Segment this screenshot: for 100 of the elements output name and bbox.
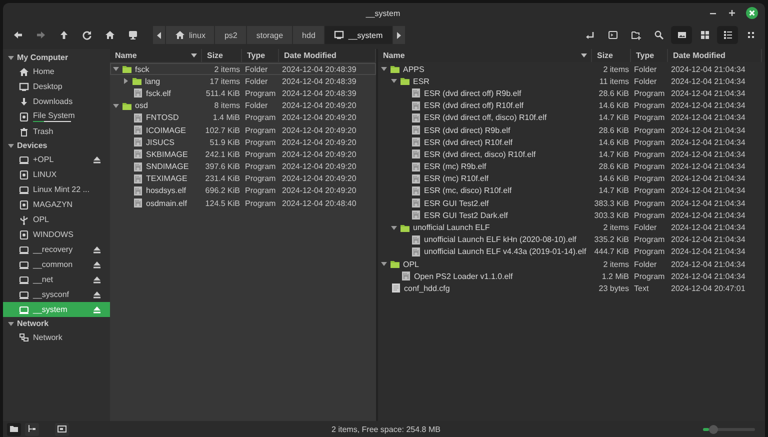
folder-icon xyxy=(9,424,19,434)
scroll-left-button[interactable] xyxy=(153,26,165,44)
column-header[interactable]: Type xyxy=(242,49,279,62)
drive-icon xyxy=(19,184,29,194)
column-header[interactable]: Type xyxy=(631,49,668,62)
file-row[interactable]: ESR GUI Test2.elf 383.3 KiB Program 2024-12-04 21:04:34 xyxy=(378,197,765,210)
sidebar-item[interactable]: __recovery xyxy=(3,242,110,257)
file-name: Open PS2 Loader v1.1.0.elf xyxy=(414,272,513,281)
sidebar-item[interactable]: MAGAZYN xyxy=(3,197,110,212)
file-size: 397.6 KiB xyxy=(204,162,241,172)
list-view-button[interactable] xyxy=(717,26,738,44)
file-row[interactable]: Open PS2 Loader v1.1.0.elf 1.2 MiB Program 2024-12-04 21:04:34 xyxy=(378,270,765,282)
file-row[interactable]: ESR (dvd direct) R10f.elf 14.6 KiB Program 2024-12-04 21:04:34 xyxy=(378,136,765,148)
sidebar-item[interactable]: File System xyxy=(3,109,110,124)
split-button[interactable] xyxy=(55,422,69,436)
file-row[interactable]: fsck.elf 511.4 KiB Program 2024-12-04 20:48:39 xyxy=(110,87,376,100)
sidebar-item[interactable]: WINDOWS xyxy=(3,227,110,242)
sidebar-item[interactable]: __common xyxy=(3,257,110,272)
breadcrumb-button[interactable]: hdd xyxy=(293,26,324,44)
sidebar-item[interactable]: Home xyxy=(3,64,110,79)
tree-button[interactable] xyxy=(25,422,39,436)
grid-icon xyxy=(700,30,710,40)
file-row[interactable]: ICOIMAGE 102.7 KiB Program 2024-12-04 20:49:20 xyxy=(110,124,376,136)
file-row[interactable]: lang 17 items Folder 2024-12-04 20:48:39 xyxy=(110,75,376,88)
column-header[interactable]: Name xyxy=(110,49,202,62)
file-row[interactable]: ESR 11 items Folder 2024-12-04 21:04:34 xyxy=(378,75,765,88)
forward-arrow-icon xyxy=(36,30,46,40)
breadcrumb-button[interactable]: storage xyxy=(247,26,292,44)
file-row[interactable]: ESR (mc, disco) R10f.elf 14.7 KiB Program 2024-12-04 21:04:34 xyxy=(378,184,765,198)
sidebar-item[interactable]: Linux Mint 22 ... xyxy=(3,182,110,197)
breadcrumb-button[interactable]: __system xyxy=(325,26,392,44)
file-size: 23 bytes xyxy=(598,284,630,293)
zoom-slider-thumb[interactable] xyxy=(709,424,718,434)
file-row[interactable]: ESR (dvd direct off, disco) R10f.elf 14.7 KiB Program 2024-12-04 21:04:34 xyxy=(378,112,765,124)
sidebar-item[interactable]: +OPL xyxy=(3,152,110,167)
sidebar-item[interactable]: LINUX xyxy=(3,167,110,182)
file-name: ESR GUI Test2.elf xyxy=(424,198,489,208)
drive-icon xyxy=(19,154,29,164)
file-row[interactable]: JISUCS 51.9 KiB Program 2024-12-04 20:49:20 xyxy=(110,136,376,148)
file-name: TEXIMAGE xyxy=(146,174,188,184)
column-header[interactable]: Date Modified xyxy=(668,49,762,62)
eject-button[interactable] xyxy=(92,274,102,284)
column-header[interactable]: Name xyxy=(378,49,592,62)
folder-icon xyxy=(390,64,400,74)
places-button[interactable] xyxy=(7,422,21,436)
file-row[interactable]: OPL 2 items Folder 2024-12-04 21:04:34 xyxy=(378,258,765,270)
file-row[interactable]: TEXIMAGE 231.4 KiB Program 2024-12-04 20:49:20 xyxy=(110,172,376,185)
file-row[interactable]: SKBIMAGE 242.1 KiB Program 2024-12-04 20:49:20 xyxy=(110,148,376,160)
file-row[interactable]: hosdsys.elf 696.2 KiB Program 2024-12-04 20:49:20 xyxy=(110,184,376,198)
program-file-icon xyxy=(411,198,421,208)
section-heading: Devices xyxy=(17,141,48,150)
file-date: 2024-12-04 21:04:34 xyxy=(670,260,746,269)
sidebar-item[interactable]: Downloads xyxy=(3,94,110,109)
close-button[interactable] xyxy=(745,4,759,22)
file-row[interactable]: APPS 2 items Folder 2024-12-04 21:04:34 xyxy=(378,63,765,76)
file-row[interactable]: ESR (dvd direct) R9b.elf 28.6 KiB Program 2024-12-04 21:04:34 xyxy=(378,124,765,136)
file-row[interactable]: unofficial Launch ELF kHn (2020-08-10).elf 335.2 KiB Program 2024-12-04 21:04:34 xyxy=(378,234,765,246)
file-row[interactable]: SNDIMAGE 397.6 KiB Program 2024-12-04 20:49:20 xyxy=(110,160,376,173)
eject-button[interactable] xyxy=(92,244,102,254)
file-type: Program xyxy=(633,210,666,220)
sidebar-item[interactable]: __sysconf xyxy=(3,287,110,302)
computer-icon xyxy=(128,30,138,40)
sidebar-label: Home xyxy=(33,67,56,76)
sidebar-item[interactable]: Trash xyxy=(3,124,110,139)
file-row[interactable]: ESR GUI Test2 Dark.elf 303.3 KiB Program 2024-12-04 21:04:34 xyxy=(378,209,765,222)
file-row[interactable]: unofficial Launch ELF 2 items Folder 2024-12-04 21:04:34 xyxy=(378,221,765,234)
eject-button[interactable] xyxy=(92,260,102,270)
sidebar-item[interactable]: OPL xyxy=(3,212,110,227)
file-row[interactable]: conf_hdd.cfg 23 bytes Text 2024-12-04 20:47:01 xyxy=(378,282,765,295)
right-triangle-icon xyxy=(396,32,402,38)
file-row[interactable]: ESR (dvd direct, disco) R10f.elf 14.7 KiB Program 2024-12-04 21:04:34 xyxy=(378,148,765,160)
program-file-icon xyxy=(411,137,421,148)
sidebar-label: __system xyxy=(33,305,68,314)
breadcrumb-button[interactable]: linux xyxy=(166,26,214,44)
file-row[interactable]: ESR (mc) R9b.elf 28.6 KiB Program 2024-12-04 21:04:34 xyxy=(378,160,765,173)
maximize-icon xyxy=(727,8,737,18)
file-row[interactable]: unofficial Launch ELF v4.43a (2019-01-14).elf 444.7 KiB Program 2024-12-04 21:04:34 xyxy=(378,246,765,258)
sidebar-item[interactable]: Desktop xyxy=(3,79,110,94)
breadcrumb-button[interactable]: ps2 xyxy=(215,26,246,44)
program-file-icon xyxy=(411,246,421,257)
file-row[interactable]: ESR (dvd direct off) R10f.elf 14.6 KiB Program 2024-12-04 21:04:34 xyxy=(378,100,765,112)
sidebar-item[interactable]: __net xyxy=(3,272,110,287)
file-row[interactable]: FNTOSD 1.4 MiB Program 2024-12-04 20:49:20 xyxy=(110,112,376,124)
thumbnails-view-button[interactable] xyxy=(671,26,692,44)
file-row[interactable]: osd 8 items Folder 2024-12-04 20:49:20 xyxy=(110,100,376,112)
file-date: 2024-12-04 21:04:34 xyxy=(670,64,746,74)
sidebar-item[interactable]: Network xyxy=(3,330,110,345)
eject-button[interactable] xyxy=(92,290,102,300)
file-row[interactable]: fsck 2 items Folder 2024-12-04 20:48:39 xyxy=(110,63,376,76)
tree-icon xyxy=(27,424,37,434)
scroll-right-button[interactable] xyxy=(392,26,405,44)
sidebar-label: __net xyxy=(33,275,54,284)
file-name: unofficial Launch ELF v4.43a (2019-01-14).elf xyxy=(424,247,586,256)
file-row[interactable]: osdmain.elf 124.5 KiB Program 2024-12-04 20:48:40 xyxy=(110,197,376,210)
column-header[interactable]: Size xyxy=(592,49,631,62)
column-header[interactable]: Date Modified xyxy=(279,49,376,62)
file-row[interactable]: ESR (dvd direct off) R9b.elf 28.6 KiB Program 2024-12-04 21:04:34 xyxy=(378,87,765,100)
eject-button[interactable] xyxy=(92,154,102,164)
file-row[interactable]: ESR (mc) R10f.elf 14.6 KiB Program 2024-12-04 21:04:34 xyxy=(378,172,765,185)
column-header[interactable]: Size xyxy=(202,49,242,62)
